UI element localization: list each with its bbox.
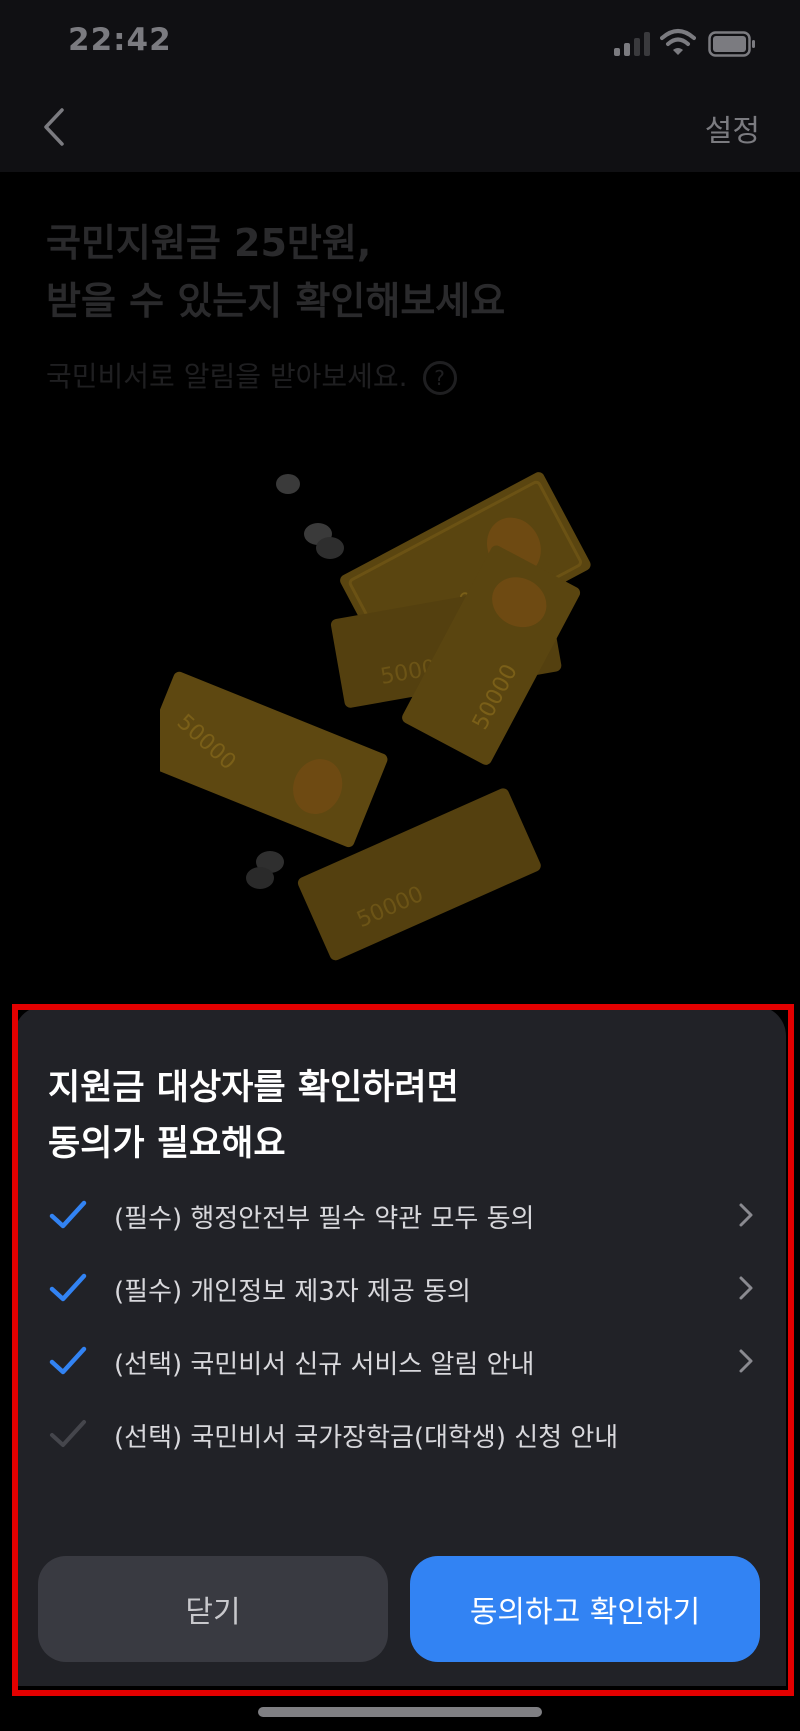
consent-item-new-service-alert[interactable]: (선택) 국민비서 신규 서비스 알림 안내 <box>14 1336 786 1392</box>
battery-icon <box>708 31 755 57</box>
help-icon[interactable]: ? <box>422 361 457 395</box>
close-button[interactable]: 닫기 <box>38 1556 388 1662</box>
headline-line-1: 국민지원금 25만원, <box>46 221 372 265</box>
settings-link[interactable]: 설정 <box>705 106 760 150</box>
sheet-title: 지원금 대상자를 확인하려면 동의가 필요해요 <box>48 1060 459 1172</box>
chevron-right-icon[interactable] <box>736 1273 756 1303</box>
consent-item-personal-info[interactable]: (필수) 개인정보 제3자 제공 동의 <box>14 1263 786 1319</box>
page-headline: 국민지원금 25만원, 받을 수 있는지 확인해보세요 <box>46 214 505 330</box>
consent-label: (필수) 개인정보 제3자 제공 동의 <box>114 1277 471 1307</box>
check-icon-unchecked[interactable] <box>48 1417 88 1451</box>
back-arrow-icon[interactable] <box>38 104 72 150</box>
consent-item-scholarship-alert[interactable]: (선택) 국민비서 국가장학금(대학생) 신청 안내 <box>14 1409 786 1465</box>
status-time: 22:42 <box>68 22 172 58</box>
consent-label: (필수) 행정안전부 필수 약관 모두 동의 <box>114 1204 535 1234</box>
chevron-right-icon[interactable] <box>736 1200 756 1230</box>
page-subtitle: 국민비서로 알림을 받아보세요. ? <box>46 355 457 395</box>
headline-line-2: 받을 수 있는지 확인해보세요 <box>46 279 506 323</box>
coin <box>276 474 300 494</box>
consent-label: (선택) 국민비서 신규 서비스 알림 안내 <box>114 1350 535 1380</box>
consent-bottom-sheet: 지원금 대상자를 확인하려면 동의가 필요해요 (필수) 행정안전부 필수 약관… <box>14 1006 786 1686</box>
wifi-icon <box>660 29 696 55</box>
status-bar: 22:42 <box>0 0 800 92</box>
chevron-right-icon[interactable] <box>736 1346 756 1376</box>
consent-label: (선택) 국민비서 국가장학금(대학생) 신청 안내 <box>114 1423 619 1453</box>
check-icon[interactable] <box>48 1271 88 1305</box>
agree-and-confirm-button[interactable]: 동의하고 확인하기 <box>410 1556 760 1662</box>
nav-bar: 설정 <box>0 92 800 172</box>
home-indicator <box>258 1707 542 1717</box>
coin <box>246 867 274 889</box>
check-icon[interactable] <box>48 1344 88 1378</box>
sheet-title-line-1: 지원금 대상자를 확인하려면 <box>48 1068 459 1108</box>
signal-icon <box>614 32 650 56</box>
check-icon[interactable] <box>48 1198 88 1232</box>
consent-item-required-terms[interactable]: (필수) 행정안전부 필수 약관 모두 동의 <box>14 1190 786 1246</box>
coin <box>316 537 344 559</box>
sheet-title-line-2: 동의가 필요해요 <box>48 1124 286 1164</box>
subtitle-text: 국민비서로 알림을 받아보세요. <box>46 360 408 393</box>
money-illustration: 50000 50000 50000 50000 50000 <box>160 472 591 961</box>
